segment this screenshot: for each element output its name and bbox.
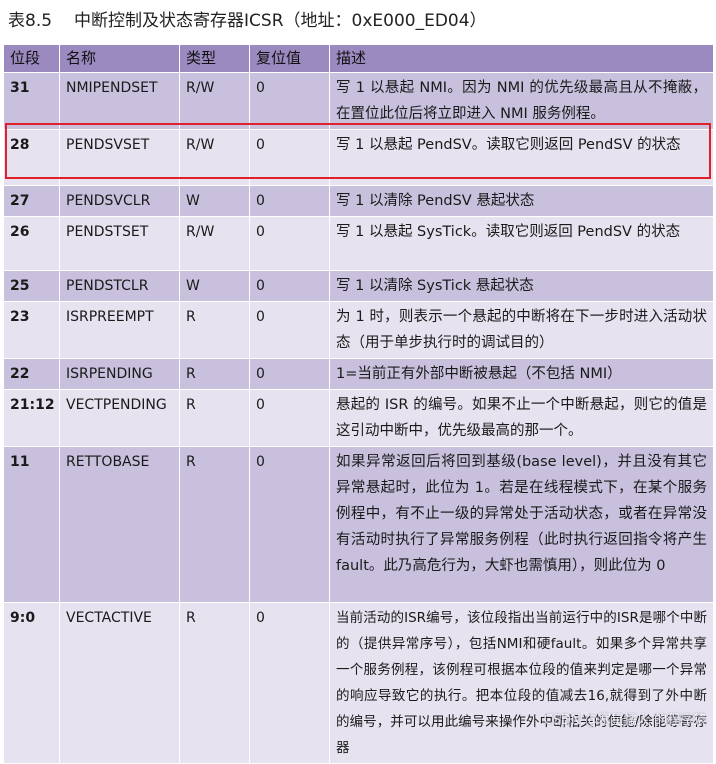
header-bit: 位段	[3, 44, 60, 73]
table-row: 21:12 VECTPENDING R 0 悬起的 ISR 的编号。如果不止一个…	[3, 389, 714, 447]
row-name: ISRPREEMPT	[59, 301, 180, 359]
header-name: 名称	[59, 44, 180, 73]
header-reset: 复位值	[249, 44, 330, 73]
table-title: 中断控制及状态寄存器ICSR（地址：0xE000_ED04）	[74, 11, 487, 31]
table-row: 25 PENDSTCLR W 0 写 1 以清除 SysTick 悬起状态	[3, 270, 714, 302]
row-bit: 11	[3, 446, 60, 603]
row-type: R/W	[179, 216, 250, 271]
row-name: PENDSVSET	[59, 129, 180, 186]
table-caption: 表8.5 中断控制及状态寄存器ICSR（地址：0xE000_ED04）	[8, 6, 487, 36]
row-description: 写 1 以清除 SysTick 悬起状态	[329, 270, 714, 302]
row-reset: 0	[249, 216, 330, 271]
row-description: 写 1 以悬起 NMI。因为 NMI 的优先级最高且从不掩蔽，在置位此位后将立即…	[329, 72, 714, 130]
row-description: 为 1 时，则表示一个悬起的中断将在下一步时进入活动状态（用于单步执行时的调试目…	[329, 301, 714, 359]
row-description: 当前活动的ISR编号，该位段指出当前运行中的ISR是哪个中断的（提供异常序号），…	[329, 602, 714, 764]
table-header-row: 位段 名称 类型 复位值 描述	[3, 44, 714, 73]
row-name: ISRPENDING	[59, 358, 180, 390]
row-bit: 28	[3, 129, 60, 186]
row-type: W	[179, 270, 250, 302]
row-reset: 0	[249, 389, 330, 447]
row-bit: 31	[3, 72, 60, 130]
row-bit: 23	[3, 301, 60, 359]
table-row: 28 PENDSVSET R/W 0 写 1 以悬起 PendSV。读取它则返回…	[3, 129, 714, 186]
row-reset: 0	[249, 358, 330, 390]
row-bit: 9:0	[3, 602, 60, 764]
row-name: PENDSTCLR	[59, 270, 180, 302]
row-name: PENDSVCLR	[59, 185, 180, 217]
row-type: R	[179, 602, 250, 764]
row-name: NMIPENDSET	[59, 72, 180, 130]
row-reset: 0	[249, 446, 330, 603]
row-description: 写 1 以悬起 SysTick。读取它则返回 PendSV 的状态	[329, 216, 714, 271]
row-reset: 0	[249, 185, 330, 217]
row-bit: 22	[3, 358, 60, 390]
header-description: 描述	[329, 44, 714, 73]
row-name: VECTACTIVE	[59, 602, 180, 764]
row-description: 写 1 以悬起 PendSV。读取它则返回 PendSV 的状态	[329, 129, 714, 186]
row-bit: 25	[3, 270, 60, 302]
row-reset: 0	[249, 301, 330, 359]
row-name: PENDSTSET	[59, 216, 180, 271]
row-type: R	[179, 446, 250, 603]
row-name: RETTOBASE	[59, 446, 180, 603]
row-description: 悬起的 ISR 的编号。如果不止一个中断悬起，则它的值是这引动中断中，优先级最高…	[329, 389, 714, 447]
table-row: 23 ISRPREEMPT R 0 为 1 时，则表示一个悬起的中断将在下一步时…	[3, 301, 714, 359]
row-type: R/W	[179, 129, 250, 186]
row-name: VECTPENDING	[59, 389, 180, 447]
row-description: 如果异常返回后将回到基级(base level)，并且没有其它异常悬起时，此位为…	[329, 446, 714, 603]
row-bit: 26	[3, 216, 60, 271]
table-row: 31 NMIPENDSET R/W 0 写 1 以悬起 NMI。因为 NMI 的…	[3, 72, 714, 130]
row-description: 1=当前正有外部中断被悬起（不包括 NMI）	[329, 358, 714, 390]
table-row: 27 PENDSVCLR W 0 写 1 以清除 PendSV 悬起状态	[3, 185, 714, 217]
row-reset: 0	[249, 129, 330, 186]
table-number: 表8.5	[8, 11, 53, 31]
table-row: 22 ISRPENDING R 0 1=当前正有外部中断被悬起（不包括 NMI）	[3, 358, 714, 390]
header-type: 类型	[179, 44, 250, 73]
row-reset: 0	[249, 270, 330, 302]
table-row: 11 RETTOBASE R 0 如果异常返回后将回到基级(base level…	[3, 446, 714, 603]
row-reset: 0	[249, 72, 330, 130]
row-type: W	[179, 185, 250, 217]
row-bit: 27	[3, 185, 60, 217]
table-row: 9:0 VECTACTIVE R 0 当前活动的ISR编号，该位段指出当前运行中…	[3, 602, 714, 764]
row-description: 写 1 以清除 PendSV 悬起状态	[329, 185, 714, 217]
row-reset: 0	[249, 602, 330, 764]
icsr-register-table: 位段 名称 类型 复位值 描述 31 NMIPENDSET R/W 0 写 1 …	[3, 44, 714, 764]
table-row: 26 PENDSTSET R/W 0 写 1 以悬起 SysTick。读取它则返…	[3, 216, 714, 271]
row-type: R	[179, 389, 250, 447]
row-type: R	[179, 301, 250, 359]
watermark: CSDN @寒星懦人.的程序猿	[543, 713, 706, 728]
row-type: R/W	[179, 72, 250, 130]
row-bit: 21:12	[3, 389, 60, 447]
row-type: R	[179, 358, 250, 390]
